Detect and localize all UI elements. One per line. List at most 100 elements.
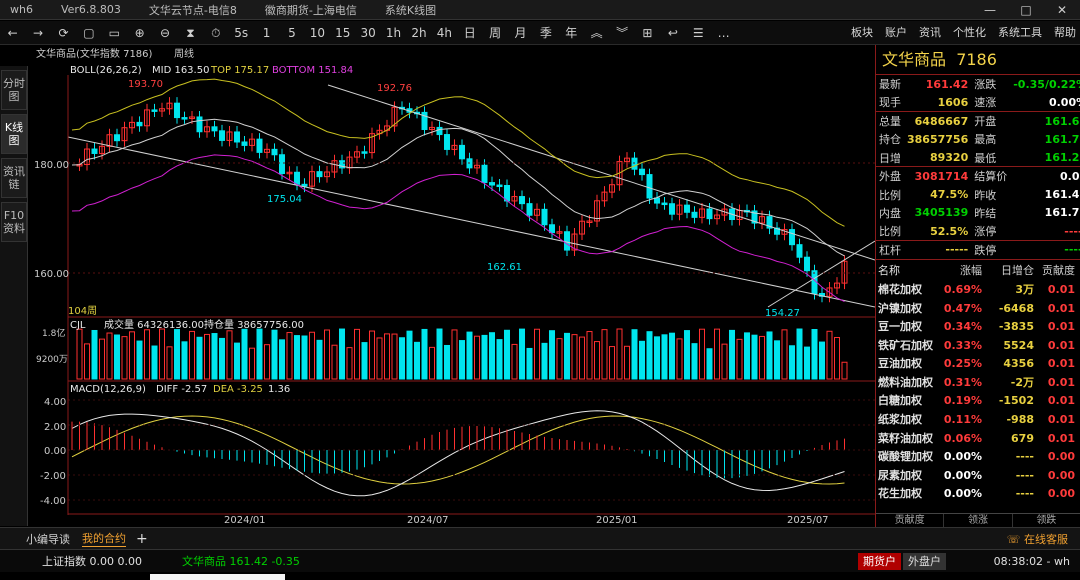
- volume-bar: [789, 345, 795, 380]
- list-item[interactable]: 尿素加权 0.00% ---- 0.00: [876, 467, 1080, 486]
- toolbar-button-14[interactable]: 30: [355, 21, 380, 45]
- tab-editor-guide[interactable]: 小编导读: [26, 531, 70, 547]
- quote-value: 161.71: [1044, 132, 1080, 146]
- tab-leaders[interactable]: 领涨: [944, 514, 1013, 527]
- boll-label: BOLL(26,26,2): [70, 65, 142, 76]
- list-item[interactable]: 铁矿石加权 0.33% 5524 0.01: [876, 337, 1080, 356]
- tab-kline[interactable]: K线图: [1, 114, 27, 154]
- add-tab-button[interactable]: +: [136, 531, 148, 547]
- menu-item-5[interactable]: 帮助: [1054, 21, 1076, 45]
- minimize-icon[interactable]: —: [972, 0, 1008, 20]
- maximize-icon[interactable]: □: [1008, 0, 1044, 20]
- volume-bar: [496, 339, 503, 380]
- volume-bar: [196, 336, 203, 380]
- period-selector[interactable]: 周线: [174, 47, 194, 60]
- menu-item-0[interactable]: 板块: [851, 21, 873, 45]
- futures-account-button[interactable]: 期货户: [858, 553, 901, 570]
- menu-item-4[interactable]: 系统工具: [998, 21, 1042, 45]
- volume-bar: [684, 330, 690, 380]
- chart-canvas[interactable]: 文华商品(文华指数 7186) 周线 BOLL(26,26,2) MID 163…: [28, 45, 875, 527]
- volume-bar: [519, 328, 525, 380]
- volume-bar: [826, 330, 833, 380]
- list-item[interactable]: 豆油加权 0.25% 4356 0.01: [876, 355, 1080, 374]
- volume-bar: [489, 332, 495, 380]
- toolbar-button-3[interactable]: ▢: [76, 21, 101, 45]
- list-item[interactable]: 燃料油加权 0.31% -2万 0.01: [876, 374, 1080, 393]
- toolbar-button-5[interactable]: ⊕: [127, 21, 152, 45]
- tab-timeshare[interactable]: 分时图: [1, 70, 27, 110]
- quote-panel: 文华商品 7186 最新 161.42 涨跌 -0.35/0.22% 现手 1606 速涨 0…: [875, 45, 1080, 527]
- tab-my-contracts[interactable]: 我的合约: [82, 530, 126, 547]
- online-service-button[interactable]: ☏ 在线客服: [1007, 531, 1068, 547]
- toolbar-button-15[interactable]: 1h: [381, 21, 406, 45]
- menu-item-1[interactable]: 账户: [885, 21, 907, 45]
- col-contribution[interactable]: 贡献度: [1034, 260, 1078, 281]
- tab-f10[interactable]: F10资料: [1, 202, 27, 242]
- toolbar-button-23[interactable]: ︽: [584, 21, 609, 45]
- quote-key: 昨结: [974, 206, 997, 220]
- item-name: 棉花加权: [878, 282, 922, 296]
- toolbar-button-19[interactable]: 周: [482, 21, 507, 45]
- toolbar-button-26[interactable]: ↩: [660, 21, 685, 45]
- col-name[interactable]: 名称: [876, 260, 942, 281]
- volume-bar: [189, 330, 195, 380]
- volume-bar: [534, 328, 540, 380]
- toolbar-button-16[interactable]: 2h: [406, 21, 431, 45]
- server-node[interactable]: 文华云节点-电信8: [149, 2, 237, 18]
- list-item[interactable]: 白糖加权 0.19% -1502 0.01: [876, 392, 1080, 411]
- toolbar-button-0[interactable]: ←: [0, 21, 25, 45]
- toolbar-button-9[interactable]: 5s: [229, 21, 254, 45]
- list-item[interactable]: 菜籽油加权 0.06% 679 0.01: [876, 430, 1080, 449]
- macd-tick-2: 2.00: [44, 422, 66, 433]
- toolbar-button-13[interactable]: 15: [330, 21, 355, 45]
- item-oi-inc: 3万: [1015, 282, 1034, 296]
- volume-bar: [286, 332, 293, 380]
- list-item[interactable]: 碳酸锂加权 0.00% ---- 0.00: [876, 448, 1080, 467]
- quote-value: 1606: [937, 95, 969, 109]
- volume-bar: [466, 331, 473, 380]
- volume-bar: [429, 346, 435, 380]
- tab-contribution[interactable]: 贡献度: [876, 514, 945, 527]
- toolbar-button-1[interactable]: →: [25, 21, 50, 45]
- toolbar-button-4[interactable]: ▭: [102, 21, 127, 45]
- list-item[interactable]: 豆一加权 0.34% -3835 0.01: [876, 318, 1080, 337]
- toolbar-button-6[interactable]: ⊖: [152, 21, 177, 45]
- toolbar-button-27[interactable]: ☰: [686, 21, 711, 45]
- toolbar-button-28[interactable]: …: [711, 21, 736, 45]
- col-oi-inc[interactable]: 日增仓: [982, 260, 1034, 281]
- bars-count: 104周: [68, 305, 97, 317]
- volume-bar: [391, 333, 398, 380]
- list-item[interactable]: 纸浆加权 0.11% -988 0.01: [876, 411, 1080, 430]
- tab-laggards[interactable]: 领跌: [1013, 514, 1080, 527]
- menu-item-2[interactable]: 资讯: [919, 21, 941, 45]
- toolbar-button-17[interactable]: 4h: [432, 21, 457, 45]
- toolbar-button-7[interactable]: ⧗: [178, 21, 203, 45]
- menu-item-3[interactable]: 个性化: [953, 21, 986, 45]
- list-item[interactable]: 花生加权 0.00% ---- 0.00: [876, 485, 1080, 504]
- volume-bar: [264, 344, 270, 380]
- toolbar-button-12[interactable]: 10: [305, 21, 330, 45]
- volume-bar: [661, 334, 668, 380]
- item-contribution: 0.01: [1047, 282, 1075, 296]
- kline-chart[interactable]: 文华商品(文华指数 7186) 周线 BOLL(26,26,2) MID 163…: [28, 45, 875, 527]
- component-list: 棉花加权 0.69% 3万 0.01 沪镍加权 0.47% -6468 0.01 豆一加权 0.3…: [876, 281, 1080, 504]
- toolbar-button-2[interactable]: ⟳: [51, 21, 76, 45]
- col-change[interactable]: 涨幅: [942, 260, 982, 281]
- toolbar-button-21[interactable]: 季: [533, 21, 558, 45]
- tab-news-chain[interactable]: 资讯链: [1, 158, 27, 198]
- toolbar-button-8[interactable]: ⏱: [203, 21, 228, 45]
- volume-bar: [804, 346, 810, 380]
- toolbar-button-20[interactable]: 月: [508, 21, 533, 45]
- list-item[interactable]: 沪镍加权 0.47% -6468 0.01: [876, 300, 1080, 319]
- close-icon[interactable]: ✕: [1044, 0, 1080, 20]
- toolbar-button-25[interactable]: ⊞: [635, 21, 660, 45]
- outer-account-button[interactable]: 外盘户: [903, 553, 946, 570]
- volume-bar: [691, 343, 698, 380]
- toolbar-button-24[interactable]: ︾: [609, 21, 634, 45]
- toolbar-button-11[interactable]: 5: [279, 21, 304, 45]
- list-item[interactable]: 棉花加权 0.69% 3万 0.01: [876, 281, 1080, 300]
- toolbar-button-10[interactable]: 1: [254, 21, 279, 45]
- toolbar-button-22[interactable]: 年: [559, 21, 584, 45]
- volume-bar: [204, 333, 210, 380]
- toolbar-button-18[interactable]: 日: [457, 21, 482, 45]
